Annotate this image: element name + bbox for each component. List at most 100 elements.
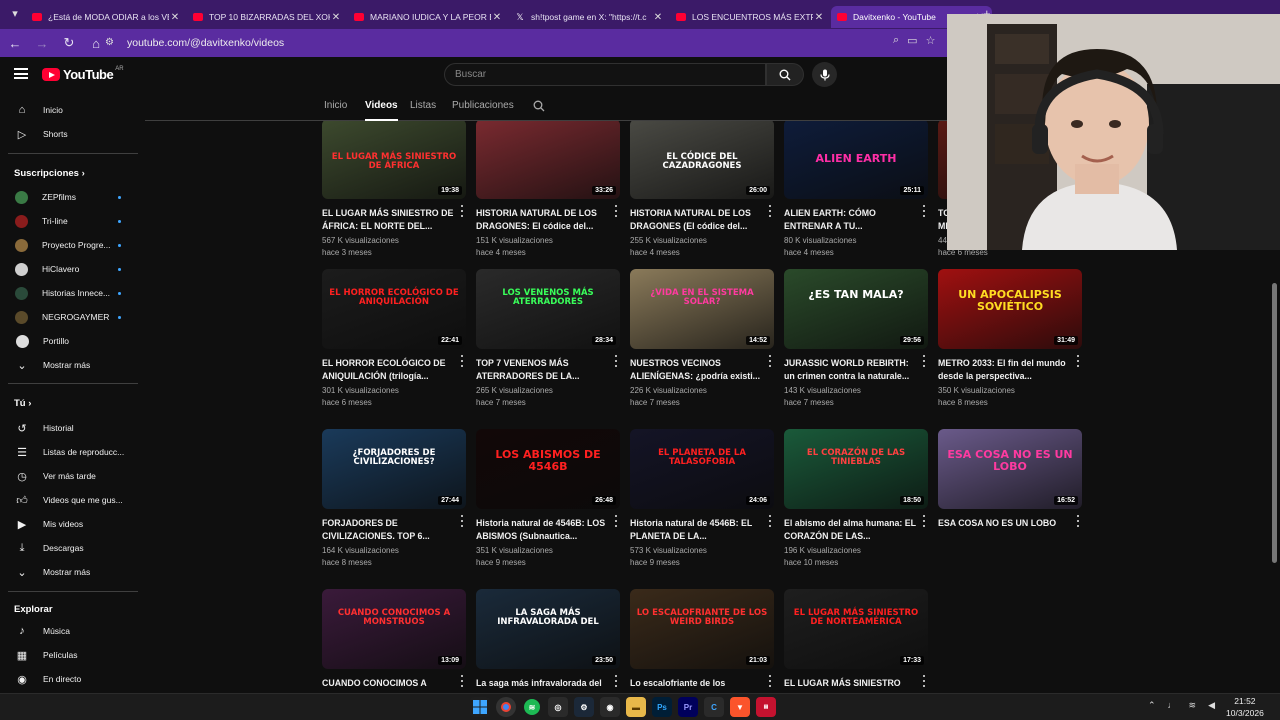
video-title[interactable]: METRO 2033: El fin del mundo desde la pe…	[938, 357, 1070, 383]
youtube-logo[interactable]: YouTube AR	[42, 66, 124, 82]
video-title[interactable]: ALIEN EARTH: CÓMO ENTRENAR A TU...	[784, 207, 916, 233]
video-card[interactable]: 33:26 HISTORIA NATURAL DE LOS DRAGONES: E…	[476, 121, 620, 259]
video-thumbnail[interactable]: EL LUGAR MÁS SINIESTRO DE ÁFRICA 19:38	[322, 121, 466, 199]
video-card[interactable]: ¿FORJADORES DE CIVILIZACIONES? 27:44 FORJA…	[322, 429, 466, 569]
more-options-icon[interactable]	[458, 354, 466, 368]
video-title[interactable]: HISTORIA NATURAL DE LOS DRAGONES: El cód…	[476, 207, 608, 233]
video-title[interactable]: EL LUGAR MÁS SINIESTRO DE ÁFRICA: EL NOR…	[322, 207, 454, 233]
video-thumbnail[interactable]: EL PLANETA DE LA TALASOFOBIA 24:06	[630, 429, 774, 509]
video-card[interactable]: ESA COSA NO ES UN LOBO 16:52 ESA COSA NO E…	[938, 429, 1082, 543]
mic-tray-icon[interactable]: ♩	[1168, 700, 1177, 711]
sidebar-item[interactable]: HiClavero	[0, 258, 145, 280]
close-icon[interactable]: ✕	[491, 12, 503, 23]
video-title[interactable]: EL LUGAR MÁS SINIESTRO	[784, 677, 916, 693]
more-options-icon[interactable]	[766, 204, 774, 218]
video-title[interactable]: FORJADORES DE CIVILIZACIONES. TOP 6...	[322, 517, 454, 543]
sidebar-item[interactable]: Proyecto Progre...	[0, 234, 145, 256]
back-icon[interactable]: ←	[3, 31, 27, 55]
video-card[interactable]: EL LUGAR MÁS SINIESTRO DE NORTEAMÉRICA 17…	[784, 589, 928, 693]
sidebar-item[interactable]: ⌄ Mostrar más	[0, 354, 145, 376]
video-title[interactable]: Lo escalofriante de los	[630, 677, 762, 693]
video-thumbnail[interactable]: ¿ES TAN MALA? 29:56	[784, 269, 928, 349]
video-title[interactable]: Historia natural de 4546B: LOS ABISMOS (…	[476, 517, 608, 543]
close-icon[interactable]: ✕	[330, 12, 342, 23]
sidebar-item[interactable]: ZEPfilms	[0, 186, 145, 208]
photoshop-icon[interactable]: Ps	[652, 697, 672, 717]
menu-icon[interactable]	[14, 68, 28, 79]
tab-search-icon[interactable]: ▾	[6, 7, 24, 23]
video-thumbnail[interactable]: EL LUGAR MÁS SINIESTRO DE NORTEAMÉRICA 17…	[784, 589, 928, 669]
more-options-icon[interactable]	[612, 204, 620, 218]
video-card[interactable]: LO ESCALOFRIANTE DE LOS WEIRD BIRDS 21:03…	[630, 589, 774, 693]
more-options-icon[interactable]	[766, 354, 774, 368]
more-options-icon[interactable]	[920, 514, 928, 528]
video-card[interactable]: ALIEN EARTH 25:11 ALIEN EARTH: CÓMO ENTREN…	[784, 121, 928, 259]
tab-listas[interactable]: Listas	[410, 100, 436, 111]
tray-chevron-icon[interactable]: ⌃	[1148, 700, 1156, 711]
close-icon[interactable]: ✕	[169, 12, 181, 23]
video-card[interactable]: ¿ES TAN MALA? 29:56 JURASSIC WORLD REBIRTH…	[784, 269, 928, 409]
brave-icon[interactable]: ▼	[730, 697, 750, 717]
more-options-icon[interactable]	[612, 354, 620, 368]
video-title[interactable]: ESA COSA NO ES UN LOBO	[938, 517, 1070, 543]
video-card[interactable]: ¿VIDA EN EL SISTEMA SOLAR? 14:52 NUESTROS …	[630, 269, 774, 409]
sidebar-item[interactable]: ♪ Música	[0, 620, 145, 642]
voice-search-button[interactable]	[812, 62, 837, 87]
video-thumbnail[interactable]: ¿FORJADORES DE CIVILIZACIONES? 27:44	[322, 429, 466, 509]
close-icon[interactable]: ✕	[652, 12, 664, 23]
video-title[interactable]: JURASSIC WORLD REBIRTH: un crimen contra…	[784, 357, 916, 383]
video-thumbnail[interactable]: ALIEN EARTH 25:11	[784, 121, 928, 199]
wifi-icon[interactable]: ≋	[1189, 700, 1197, 711]
sidebar-item[interactable]: ◷ Ver más tarde	[0, 465, 145, 487]
browser-tab[interactable]: 𝕏sh!tpost game en X: "https://t.c ✕	[509, 6, 670, 28]
sidebar-item[interactable]: ☰ Listas de reproducc...	[0, 441, 145, 463]
red-app-icon[interactable]: ▤	[756, 697, 776, 717]
edge-icon[interactable]: C	[704, 697, 724, 717]
premiere-icon[interactable]: Pr	[678, 697, 698, 717]
site-info-icon[interactable]: ⚙	[105, 37, 117, 49]
video-title[interactable]: CUANDO CONOCIMOS A	[322, 677, 454, 693]
zoom-icon[interactable]: ⌕	[893, 34, 899, 47]
explore-header[interactable]: Explorar	[14, 604, 53, 615]
video-thumbnail[interactable]: LOS ABISMOS DE 4546B 26:48	[476, 429, 620, 509]
video-card[interactable]: LOS ABISMOS DE 4546B 26:48 Historia natura…	[476, 429, 620, 569]
start-icon[interactable]	[470, 697, 490, 717]
sidebar-item[interactable]: ↺ Historial	[0, 417, 145, 439]
folder-icon[interactable]: ▬	[626, 697, 646, 717]
address-bar[interactable]: ⚙ youtube.com/@davitxenko/videos	[105, 32, 955, 54]
forward-icon[interactable]: →	[30, 31, 54, 55]
video-card[interactable]: LA SAGA MÁS INFRAVALORADA DEL 23:50 La sag…	[476, 589, 620, 693]
video-card[interactable]: EL PLANETA DE LA TALASOFOBIA 24:06 Histori…	[630, 429, 774, 569]
browser-tab[interactable]: LOS ENCUENTROS MÁS EXTRA ✕	[670, 6, 831, 28]
more-options-icon[interactable]	[458, 514, 466, 528]
video-title[interactable]: La saga más infravalorada del	[476, 677, 608, 693]
sidebar-item[interactable]: ⌂ Inicio	[0, 99, 145, 121]
clock[interactable]: 21:52 10/3/2026	[1226, 695, 1264, 719]
scrollbar-thumb[interactable]	[1272, 283, 1277, 563]
sidebar-item[interactable]: NEGROGAYMER	[0, 306, 145, 328]
app-icon[interactable]: ◎	[548, 697, 568, 717]
video-thumbnail[interactable]: LA SAGA MÁS INFRAVALORADA DEL 23:50	[476, 589, 620, 669]
video-card[interactable]: EL HORROR ECOLÓGICO DE ANIQUILACIÓN 22:41…	[322, 269, 466, 409]
video-thumbnail[interactable]: ¿VIDA EN EL SISTEMA SOLAR? 14:52	[630, 269, 774, 349]
browser-tab[interactable]: TOP 10 BIZARRADAS DEL XOK/✕	[187, 6, 348, 28]
close-icon[interactable]: ✕	[813, 12, 825, 23]
video-thumbnail[interactable]: EL CÓDICE DEL CAZADRAGONES 26:00	[630, 121, 774, 199]
video-card[interactable]: EL LUGAR MÁS SINIESTRO DE ÁFRICA 19:38 EL …	[322, 121, 466, 259]
more-options-icon[interactable]	[612, 514, 620, 528]
tab-publicaciones[interactable]: Publicaciones	[452, 100, 514, 111]
video-thumbnail[interactable]: 33:26	[476, 121, 620, 199]
video-thumbnail[interactable]: LO ESCALOFRIANTE DE LOS WEIRD BIRDS 21:03	[630, 589, 774, 669]
search-input[interactable]: Buscar	[444, 63, 766, 86]
video-card[interactable]: EL CÓDICE DEL CAZADRAGONES 26:00 HISTORIA …	[630, 121, 774, 259]
cast-icon[interactable]: ▭	[907, 34, 917, 47]
more-options-icon[interactable]	[1074, 354, 1082, 368]
video-title[interactable]: EL HORROR ECOLÓGICO DE ANIQUILACIÓN (tri…	[322, 357, 454, 383]
more-options-icon[interactable]	[920, 674, 928, 688]
obs-icon[interactable]: ◉	[600, 697, 620, 717]
more-options-icon[interactable]	[1074, 514, 1082, 528]
more-options-icon[interactable]	[920, 204, 928, 218]
video-thumbnail[interactable]: ESA COSA NO ES UN LOBO 16:52	[938, 429, 1082, 509]
more-options-icon[interactable]	[458, 674, 466, 688]
video-title[interactable]: El abismo del alma humana: EL CORAZÓN DE…	[784, 517, 916, 543]
